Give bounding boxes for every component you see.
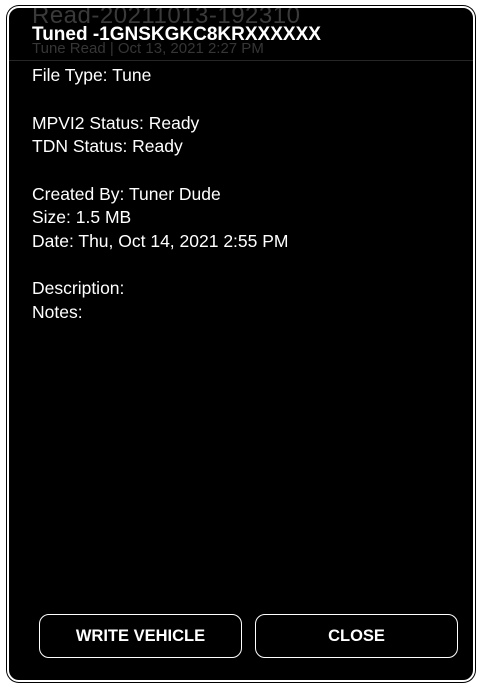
created-by-text: Created By: Tuner Dude [32,183,221,204]
mpvi2-status-text: MPVI2 Status: Ready [32,112,200,133]
close-button[interactable]: CLOSE [255,614,458,658]
file-info-list: File Type: Tune MPVI2 Status: Ready TDN … [32,64,289,324]
file-type-text: File Type: Tune [32,65,152,85]
tdn-status-text: TDN Status: Ready [32,136,183,156]
size-text: Size: 1.5 MB [32,207,132,227]
dialog-title: Tuned -1GNSKGKC8KRXXXXXX [32,24,321,45]
notes-text: Notes: [32,301,83,322]
background-divider [9,60,473,61]
date-text: Date: Thu, Oct 14, 2021 2:55 PM [32,230,289,251]
file-info-dialog: Read-20211013-192310 Tune Read | Oct 13,… [7,6,475,682]
description-text: Description: [32,278,125,298]
write-vehicle-button[interactable]: WRITE VEHICLE [39,614,242,658]
